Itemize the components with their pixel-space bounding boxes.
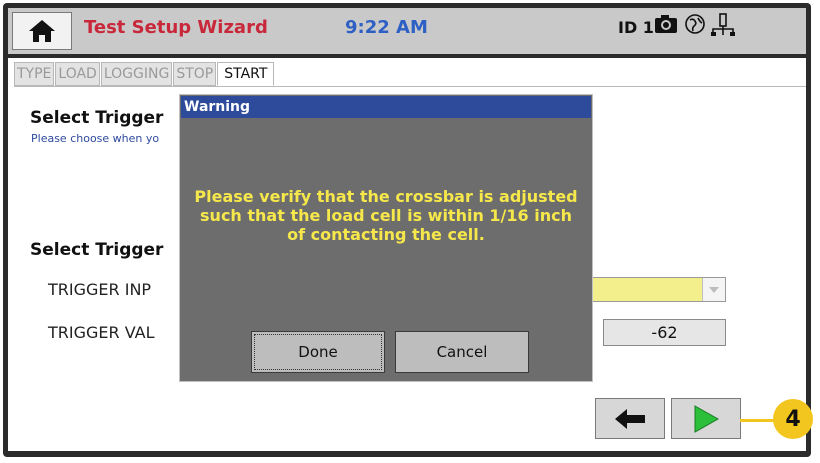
trigger-input-label: TRIGGER INP [48, 280, 152, 299]
back-button[interactable] [595, 398, 665, 439]
tab-divider [14, 86, 806, 87]
wizard-tabs: TYPE LOAD LOGGING STOP START [14, 62, 275, 86]
dialog-title: Warning [181, 96, 591, 118]
done-button[interactable]: Done [251, 331, 385, 373]
next-button[interactable] [671, 398, 741, 439]
section-heading-trigger: Select Trigger [30, 108, 164, 128]
network-icon[interactable] [710, 13, 736, 37]
dialog-message: Please verify that the crossbar is adjus… [194, 187, 578, 244]
tab-stop[interactable]: STOP [173, 62, 217, 86]
section-heading-trigger-input: Select Trigger [30, 240, 164, 260]
tab-start[interactable]: START [217, 62, 275, 86]
tab-load[interactable]: LOAD [55, 62, 100, 86]
section-subtext: Please choose when yo [31, 132, 160, 145]
arrow-left-icon [615, 408, 645, 429]
clock-time: 9:22 AM [345, 17, 428, 38]
trigger-value-field[interactable]: -62 [603, 319, 726, 346]
camera-icon[interactable] [654, 13, 678, 35]
callout-badge: 4 [773, 399, 813, 439]
tab-type[interactable]: TYPE [14, 62, 55, 86]
device-id-label: ID 1 [618, 18, 654, 37]
home-button[interactable] [12, 12, 72, 50]
home-icon [29, 20, 55, 42]
play-right-icon [694, 404, 720, 433]
warning-dialog: Warning Please verify that the crossbar … [179, 94, 593, 382]
globe-icon[interactable] [684, 13, 706, 35]
chevron-down-icon[interactable] [702, 278, 725, 301]
tab-logging[interactable]: LOGGING [100, 62, 173, 86]
page-title: Test Setup Wizard [84, 17, 268, 38]
cancel-button[interactable]: Cancel [395, 331, 529, 373]
trigger-value-label: TRIGGER VAL [48, 323, 155, 342]
